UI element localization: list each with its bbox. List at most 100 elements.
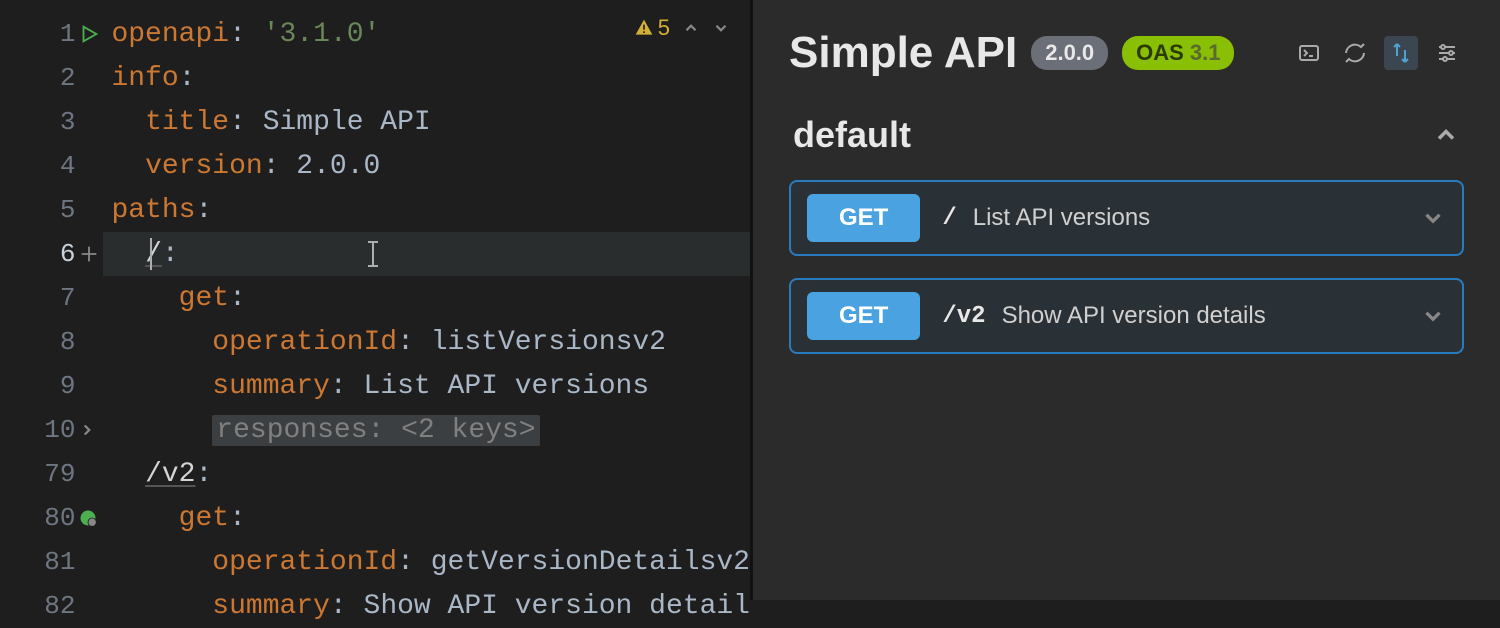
line-number: 1 bbox=[60, 19, 76, 49]
code-line[interactable]: /v2: bbox=[103, 452, 750, 496]
code-line[interactable]: info: bbox=[103, 56, 750, 100]
token-plain bbox=[111, 239, 145, 270]
line-number: 8 bbox=[60, 327, 76, 357]
token-underline: /v2 bbox=[145, 459, 195, 490]
operation-path: /v2 bbox=[942, 303, 985, 330]
warnings-badge[interactable]: 5 bbox=[634, 15, 670, 41]
prev-problem-icon[interactable] bbox=[682, 19, 700, 37]
token-val: '3.1.0' bbox=[263, 19, 381, 50]
line-number: 9 bbox=[60, 371, 76, 401]
code-line[interactable]: operationId: listVersionsv2 bbox=[103, 320, 750, 364]
line-number: 2 bbox=[60, 63, 76, 93]
token-plain: : bbox=[397, 547, 431, 578]
gutter-row: 8 bbox=[0, 320, 103, 364]
gutter-row: 7 bbox=[0, 276, 103, 320]
token-plain bbox=[111, 459, 145, 490]
next-problem-icon[interactable] bbox=[712, 19, 730, 37]
section-title: default bbox=[793, 114, 911, 156]
line-number: 6 bbox=[60, 239, 76, 269]
code-line[interactable]: title: Simple API bbox=[103, 100, 750, 144]
gutter-row: 9 bbox=[0, 364, 103, 408]
code-line[interactable]: version: 2.0.0 bbox=[103, 144, 750, 188]
code-line[interactable]: summary: List API versions bbox=[103, 364, 750, 408]
operation-summary: List API versions bbox=[973, 204, 1150, 232]
code-area[interactable]: openapi: '3.1.0'info: title: Simple API … bbox=[103, 0, 750, 600]
gutter-row: 4 bbox=[0, 144, 103, 188]
token-plain: : bbox=[195, 459, 212, 490]
token-plain: : bbox=[263, 151, 297, 182]
line-number: 7 bbox=[60, 283, 76, 313]
code-line[interactable]: summary: Show API version detail bbox=[103, 584, 750, 628]
editor-gutter: 1234567891079808182 bbox=[0, 0, 103, 600]
oas-badge: OAS3.1 bbox=[1122, 36, 1234, 70]
gutter-row: 80 bbox=[0, 496, 103, 540]
line-number: 3 bbox=[60, 107, 76, 137]
gutter-row: 81 bbox=[0, 540, 103, 584]
method-badge: GET bbox=[807, 194, 920, 242]
token-plain: : bbox=[229, 503, 246, 534]
code-line[interactable]: paths: bbox=[103, 188, 750, 232]
token-plain bbox=[111, 107, 145, 138]
token-key: info bbox=[111, 63, 178, 94]
token-plain: Simple API bbox=[263, 107, 431, 138]
operation-summary: Show API version details bbox=[1002, 302, 1266, 330]
token-plain: : bbox=[229, 19, 263, 50]
fold-icon[interactable] bbox=[78, 421, 96, 439]
method-badge: GET bbox=[807, 292, 920, 340]
token-plain: : bbox=[330, 591, 364, 622]
operation-row[interactable]: GET/List API versions bbox=[789, 180, 1464, 256]
token-plain: : bbox=[229, 107, 263, 138]
token-plain: getVersionDetailsv2 bbox=[431, 547, 750, 578]
line-number: 82 bbox=[44, 591, 75, 621]
line-number: 79 bbox=[44, 459, 75, 489]
token-key: summary bbox=[212, 371, 330, 402]
code-line[interactable]: /: bbox=[103, 232, 750, 276]
chevron-down-icon bbox=[1420, 205, 1446, 231]
token-key: get bbox=[179, 283, 229, 314]
token-key: version bbox=[145, 151, 263, 182]
token-plain: : bbox=[229, 283, 246, 314]
section-header[interactable]: default bbox=[753, 114, 1500, 180]
token-plain: : bbox=[330, 371, 364, 402]
token-plain bbox=[111, 547, 212, 578]
token-plain: 2.0.0 bbox=[296, 151, 380, 182]
endpoint-icon[interactable] bbox=[78, 508, 98, 528]
token-plain bbox=[111, 591, 212, 622]
code-line[interactable]: operationId: getVersionDetailsv2 bbox=[103, 540, 750, 584]
settings-icon[interactable] bbox=[1430, 36, 1464, 70]
token-plain: : bbox=[179, 63, 196, 94]
token-plain bbox=[111, 371, 212, 402]
gutter-row: 3 bbox=[0, 100, 103, 144]
token-plain: List API versions bbox=[364, 371, 650, 402]
token-plain: Show API version detail bbox=[364, 591, 750, 622]
operation-row[interactable]: GET/v2 Show API version details bbox=[789, 278, 1464, 354]
line-number: 4 bbox=[60, 151, 76, 181]
preview-header: Simple API 2.0.0 OAS3.1 bbox=[753, 28, 1500, 114]
gutter-row: 82 bbox=[0, 584, 103, 628]
console-icon[interactable] bbox=[1292, 36, 1326, 70]
header-actions bbox=[1292, 36, 1464, 70]
token-key: title bbox=[145, 107, 229, 138]
gutter-row: 2 bbox=[0, 56, 103, 100]
token-key: openapi bbox=[111, 19, 229, 50]
chevron-down-icon bbox=[1420, 303, 1446, 329]
token-plain: : bbox=[195, 195, 212, 226]
refresh-icon[interactable] bbox=[1338, 36, 1372, 70]
line-number: 10 bbox=[44, 415, 75, 445]
gutter-row: 10 bbox=[0, 408, 103, 452]
run-icon[interactable] bbox=[78, 23, 100, 45]
code-line[interactable]: responses: <2 keys> bbox=[103, 408, 750, 452]
gutter-row: 79 bbox=[0, 452, 103, 496]
code-line[interactable]: get: bbox=[103, 496, 750, 540]
code-line[interactable]: get: bbox=[103, 276, 750, 320]
text-cursor-icon bbox=[363, 238, 383, 270]
line-number: 5 bbox=[60, 195, 76, 225]
version-badge: 2.0.0 bbox=[1031, 36, 1108, 70]
token-key: operationId bbox=[212, 327, 397, 358]
add-icon[interactable] bbox=[78, 243, 100, 265]
token-plain bbox=[111, 151, 145, 182]
token-underline: / bbox=[145, 239, 162, 270]
warnings-count: 5 bbox=[658, 15, 670, 41]
token-plain: : bbox=[397, 327, 431, 358]
sync-icon[interactable] bbox=[1384, 36, 1418, 70]
